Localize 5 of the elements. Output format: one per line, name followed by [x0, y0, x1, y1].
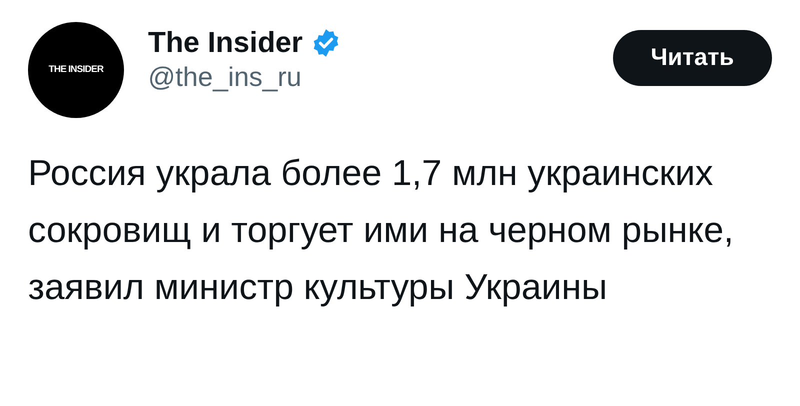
tweet-text: Россия украла более 1,7 млн украинских сокровищ и торгует ими на черном рынке, заявил министр культуры Украины [28, 151, 735, 309]
account-handle[interactable]: @the_ins_ru [148, 60, 341, 94]
follow-button[interactable]: Читать [612, 30, 772, 86]
account-name[interactable]: The Insider [148, 26, 303, 61]
avatar[interactable]: THE INSIDER [28, 22, 124, 118]
